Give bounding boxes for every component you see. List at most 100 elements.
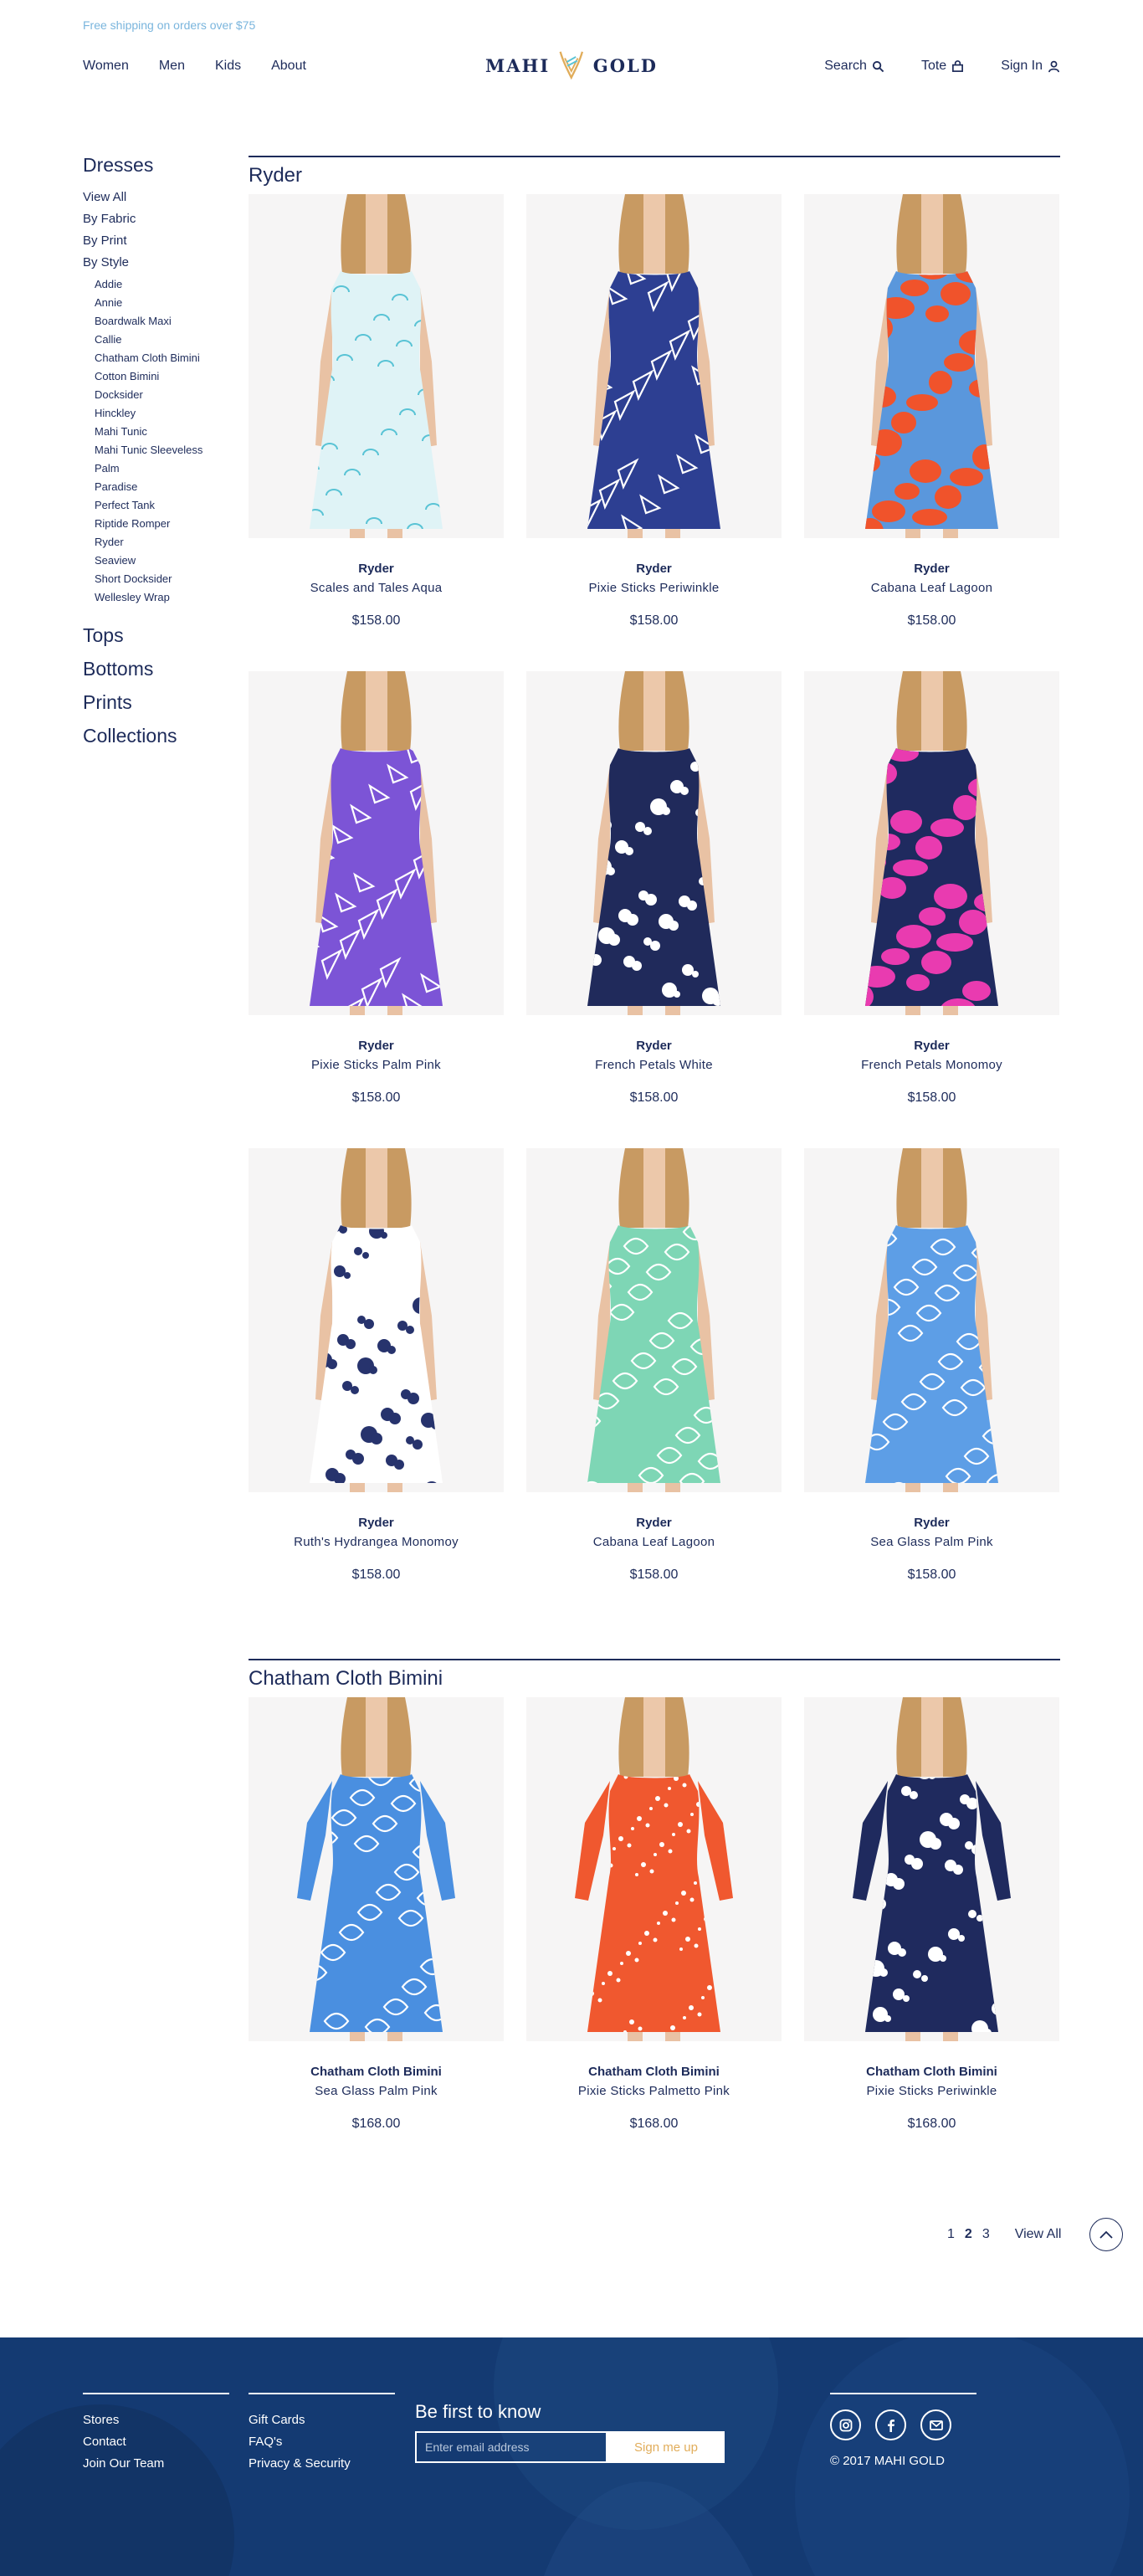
sidebar-style-boardwalk-maxi[interactable]: Boardwalk Maxi bbox=[95, 312, 225, 331]
page-3[interactable]: 3 bbox=[982, 2227, 990, 2242]
sidebar-style-annie[interactable]: Annie bbox=[95, 294, 225, 312]
product-image[interactable] bbox=[249, 671, 504, 1015]
product-card[interactable]: Ryder Pixie Sticks Palm Pink $158.00 bbox=[249, 671, 504, 1106]
search-link[interactable]: Search bbox=[824, 59, 884, 74]
product-print-name[interactable]: Pixie Sticks Periwinkle bbox=[526, 581, 782, 595]
product-print-name[interactable]: Pixie Sticks Palmetto Pink bbox=[526, 2084, 782, 2098]
product-print-name[interactable]: Sea Glass Palm Pink bbox=[804, 1535, 1059, 1549]
product-print-name[interactable]: Cabana Leaf Lagoon bbox=[804, 581, 1059, 595]
footer-link-gift-cards[interactable]: Gift Cards bbox=[249, 2409, 395, 2431]
product-style-name[interactable]: Chatham Cloth Bimini bbox=[249, 2065, 504, 2079]
product-card[interactable]: Chatham Cloth Bimini Pixie Sticks Palmett… bbox=[526, 1697, 782, 2132]
sidebar-style-paradise[interactable]: Paradise bbox=[95, 478, 225, 496]
footer-link-stores[interactable]: Stores bbox=[83, 2409, 229, 2431]
product-style-name[interactable]: Chatham Cloth Bimini bbox=[804, 2065, 1059, 2079]
product-print-name[interactable]: Ruth's Hydrangea Monomoy bbox=[249, 1535, 504, 1549]
sidebar-link-view-all[interactable]: View All bbox=[83, 187, 225, 208]
sidebar-style-riptide-romper[interactable]: Riptide Romper bbox=[95, 515, 225, 533]
page-1[interactable]: 1 bbox=[947, 2227, 955, 2242]
newsletter-signup: Be first to know Sign me up bbox=[415, 2401, 725, 2463]
product-image[interactable] bbox=[526, 194, 782, 538]
product-print-name[interactable]: French Petals Monomoy bbox=[804, 1058, 1059, 1072]
product-image[interactable] bbox=[249, 1148, 504, 1492]
product-print-name[interactable]: Pixie Sticks Palm Pink bbox=[249, 1058, 504, 1072]
product-print-name[interactable]: French Petals White bbox=[526, 1058, 782, 1072]
email-input[interactable] bbox=[415, 2431, 607, 2463]
sidebar-style-hinckley[interactable]: Hinckley bbox=[95, 404, 225, 423]
product-card[interactable]: Chatham Cloth Bimini Pixie Sticks Periwin… bbox=[804, 1697, 1059, 2132]
sidebar-heading-dresses[interactable]: Dresses bbox=[83, 154, 225, 177]
product-image[interactable] bbox=[526, 1697, 782, 2041]
tote-link[interactable]: Tote bbox=[921, 59, 964, 74]
sidebar-category-bottoms[interactable]: Bottoms bbox=[83, 652, 225, 685]
product-style-name[interactable]: Ryder bbox=[526, 1516, 782, 1530]
product-card[interactable]: Ryder French Petals White $158.00 bbox=[526, 671, 782, 1106]
product-card[interactable]: Ryder Sea Glass Palm Pink $158.00 bbox=[804, 1148, 1059, 1583]
product-print-name[interactable]: Cabana Leaf Lagoon bbox=[526, 1535, 782, 1549]
sidebar-style-seaview[interactable]: Seaview bbox=[95, 552, 225, 570]
product-card[interactable]: Ryder French Petals Monomoy $158.00 bbox=[804, 671, 1059, 1106]
sidebar-category-prints[interactable]: Prints bbox=[83, 685, 225, 719]
sidebar-style-cotton-bimini[interactable]: Cotton Bimini bbox=[95, 367, 225, 386]
back-to-top-button[interactable] bbox=[1089, 2218, 1124, 2251]
product-style-name[interactable]: Chatham Cloth Bimini bbox=[526, 2065, 782, 2079]
sidebar-style-wellesley-wrap[interactable]: Wellesley Wrap bbox=[95, 588, 225, 607]
product-style-name[interactable]: Ryder bbox=[249, 1516, 504, 1530]
sidebar-style-perfect-tank[interactable]: Perfect Tank bbox=[95, 496, 225, 515]
view-all-link[interactable]: View All bbox=[1015, 2227, 1062, 2242]
product-image[interactable] bbox=[804, 671, 1059, 1015]
sidebar-style-addie[interactable]: Addie bbox=[95, 275, 225, 294]
page-2-current[interactable]: 2 bbox=[965, 2227, 972, 2242]
product-card[interactable]: Chatham Cloth Bimini Sea Glass Palm Pink $… bbox=[249, 1697, 504, 2132]
footer-link-join-our-team[interactable]: Join Our Team bbox=[83, 2453, 229, 2475]
footer-link-privacy[interactable]: Privacy & Security bbox=[249, 2453, 395, 2475]
nav-women[interactable]: Women bbox=[83, 59, 129, 74]
product-style-name[interactable]: Ryder bbox=[526, 562, 782, 576]
product-card[interactable]: Ryder Ruth's Hydrangea Monomoy $158.00 bbox=[249, 1148, 504, 1583]
footer-link-contact[interactable]: Contact bbox=[83, 2431, 229, 2453]
sidebar-link-by-print[interactable]: By Print bbox=[83, 230, 225, 252]
instagram-link[interactable] bbox=[830, 2409, 861, 2440]
product-print-name[interactable]: Sea Glass Palm Pink bbox=[249, 2084, 504, 2098]
sidebar-style-short-docksider[interactable]: Short Docksider bbox=[95, 570, 225, 588]
product-style-name[interactable]: Ryder bbox=[804, 1039, 1059, 1053]
sidebar-link-by-fabric[interactable]: By Fabric bbox=[83, 208, 225, 230]
sidebar-style-chatham-cloth-bimini[interactable]: Chatham Cloth Bimini bbox=[95, 349, 225, 367]
sidebar-style-mahi-tunic-sleeveless[interactable]: Mahi Tunic Sleeveless bbox=[95, 441, 225, 459]
product-image[interactable] bbox=[804, 194, 1059, 538]
sign-in-link[interactable]: Sign In bbox=[1001, 59, 1060, 74]
product-print-name[interactable]: Scales and Tales Aqua bbox=[249, 581, 504, 595]
product-print-name[interactable]: Pixie Sticks Periwinkle bbox=[804, 2084, 1059, 2098]
product-card[interactable]: Ryder Cabana Leaf Lagoon $158.00 bbox=[526, 1148, 782, 1583]
footer-link-faqs[interactable]: FAQ's bbox=[249, 2431, 395, 2453]
product-style-name[interactable]: Ryder bbox=[249, 562, 504, 576]
sidebar-style-callie[interactable]: Callie bbox=[95, 331, 225, 349]
sidebar-style-mahi-tunic[interactable]: Mahi Tunic bbox=[95, 423, 225, 441]
product-style-name[interactable]: Ryder bbox=[804, 562, 1059, 576]
facebook-link[interactable] bbox=[875, 2409, 906, 2440]
product-style-name[interactable]: Ryder bbox=[526, 1039, 782, 1053]
sidebar-category-collections[interactable]: Collections bbox=[83, 719, 225, 752]
nav-kids[interactable]: Kids bbox=[215, 59, 241, 74]
product-image[interactable] bbox=[526, 671, 782, 1015]
product-image[interactable] bbox=[249, 1697, 504, 2041]
product-card[interactable]: Ryder Scales and Tales Aqua $158.00 bbox=[249, 194, 504, 629]
product-card[interactable]: Ryder Pixie Sticks Periwinkle $158.00 bbox=[526, 194, 782, 629]
nav-about[interactable]: About bbox=[271, 59, 306, 74]
product-image[interactable] bbox=[804, 1148, 1059, 1492]
sidebar-style-palm[interactable]: Palm bbox=[95, 459, 225, 478]
product-card[interactable]: Ryder Cabana Leaf Lagoon $158.00 bbox=[804, 194, 1059, 629]
sidebar-style-ryder[interactable]: Ryder bbox=[95, 533, 225, 552]
product-image[interactable] bbox=[804, 1697, 1059, 2041]
product-image[interactable] bbox=[249, 194, 504, 538]
nav-men[interactable]: Men bbox=[159, 59, 185, 74]
email-link[interactable] bbox=[920, 2409, 951, 2440]
sidebar-link-by-style[interactable]: By Style bbox=[83, 252, 225, 274]
product-style-name[interactable]: Ryder bbox=[804, 1516, 1059, 1530]
sign-up-button[interactable]: Sign me up bbox=[607, 2431, 725, 2463]
sidebar-category-tops[interactable]: Tops bbox=[83, 618, 225, 652]
product-image[interactable] bbox=[526, 1148, 782, 1492]
sidebar-style-docksider[interactable]: Docksider bbox=[95, 386, 225, 404]
site-logo[interactable]: MAHI GOLD bbox=[485, 42, 658, 89]
product-style-name[interactable]: Ryder bbox=[249, 1039, 504, 1053]
